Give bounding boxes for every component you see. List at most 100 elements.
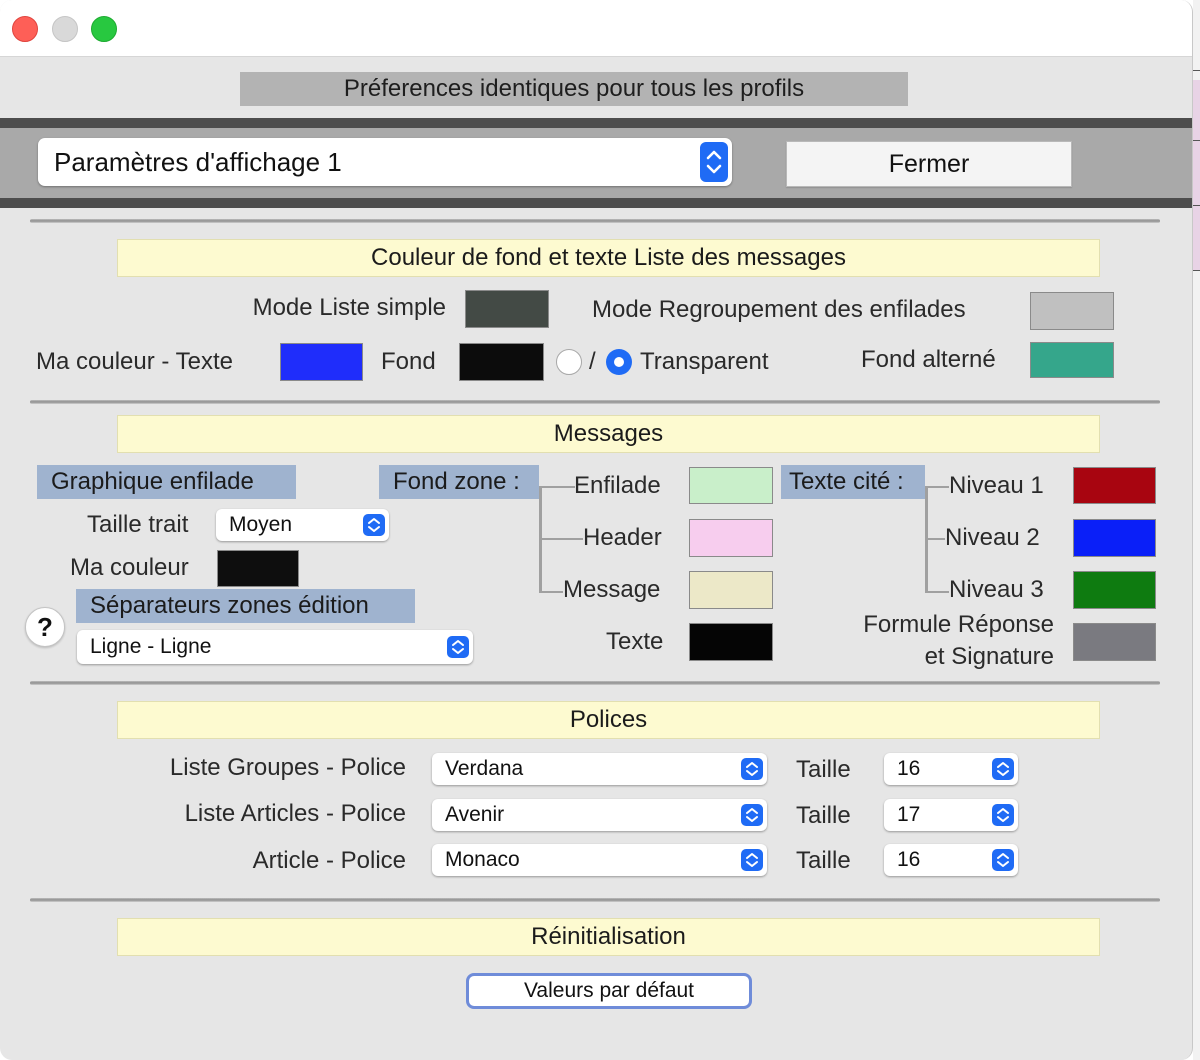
- background-window-line: [1193, 270, 1200, 271]
- section-divider: [30, 400, 1160, 404]
- article-list-size-value: 17: [897, 803, 921, 826]
- background-label: Fond: [381, 348, 436, 375]
- zone-message-swatch[interactable]: [689, 571, 773, 609]
- thread-grouping-color-swatch[interactable]: [1030, 292, 1114, 330]
- article-list-font-value: Avenir: [445, 803, 505, 826]
- quoted-text-label: Texte cité :: [781, 465, 925, 499]
- messages-section-header: Messages: [117, 415, 1100, 453]
- section-divider: [30, 219, 1160, 223]
- reply-signature-swatch[interactable]: [1073, 623, 1156, 661]
- group-list-font-popup[interactable]: Verdana: [432, 753, 767, 785]
- level1-label: Niveau 1: [949, 472, 1044, 499]
- my-color-label: Ma couleur: [70, 554, 189, 581]
- shared-preferences-banner: Préferences identiques pour tous les pro…: [240, 72, 908, 106]
- level3-label: Niveau 3: [949, 576, 1044, 603]
- my-color-swatch[interactable]: [217, 550, 299, 587]
- zone-thread-swatch[interactable]: [689, 467, 773, 504]
- zone-text-label: Texte: [606, 628, 664, 655]
- group-list-size-value: 16: [897, 757, 921, 780]
- close-window-button[interactable]: [12, 16, 38, 42]
- popup-stepper-icon: [992, 758, 1014, 780]
- popup-stepper-icon: [992, 804, 1014, 826]
- my-color-text-swatch[interactable]: [280, 343, 363, 381]
- my-color-text-label: Ma couleur - Texte: [36, 348, 233, 375]
- section-divider: [30, 681, 1160, 685]
- background-window-line: [1193, 70, 1200, 71]
- zone-bracket: [539, 591, 563, 593]
- section-divider: [30, 898, 1160, 902]
- help-button[interactable]: ?: [25, 607, 65, 647]
- background-window-line: [1193, 140, 1200, 141]
- popup-stepper-icon: [992, 849, 1014, 871]
- article-list-size-popup[interactable]: 17: [884, 799, 1018, 831]
- popup-stepper-icon: [741, 758, 763, 780]
- transparent-label: Transparent: [640, 348, 769, 375]
- zone-thread-label: Enfilade: [574, 472, 661, 499]
- alternate-background-label: Fond alterné: [861, 346, 996, 373]
- editing-separators-popup[interactable]: Ligne - Ligne: [77, 630, 473, 664]
- fonts-section-header: Polices: [117, 701, 1100, 739]
- group-list-size-popup[interactable]: 16: [884, 753, 1018, 785]
- background-color-radio[interactable]: [556, 349, 582, 375]
- level2-label: Niveau 2: [945, 524, 1040, 551]
- alternate-background-swatch[interactable]: [1030, 342, 1114, 378]
- zone-text-swatch[interactable]: [689, 623, 773, 661]
- article-list-font-label: Liste Articles - Police: [184, 800, 406, 827]
- article-font-popup[interactable]: Monaco: [432, 844, 767, 876]
- article-size-popup[interactable]: 16: [884, 844, 1018, 876]
- zoom-window-button[interactable]: [91, 16, 117, 42]
- line-size-value: Moyen: [229, 513, 293, 536]
- quoted-text-bracket: [925, 538, 945, 540]
- popup-stepper-icon: [741, 804, 763, 826]
- group-list-font-label: Liste Groupes - Police: [169, 754, 406, 781]
- zone-bracket: [539, 538, 583, 540]
- thread-grouping-mode-label: Mode Regroupement des enfilades: [592, 296, 966, 323]
- article-font-label: Article - Police: [252, 847, 406, 874]
- close-button[interactable]: Fermer: [786, 141, 1072, 187]
- zone-bracket: [539, 486, 575, 488]
- transparent-radio[interactable]: [606, 349, 632, 375]
- popup-stepper-icon: [741, 849, 763, 871]
- default-values-button[interactable]: Valeurs par défaut: [466, 973, 752, 1009]
- article-list-font-popup[interactable]: Avenir: [432, 799, 767, 831]
- article-font-value: Monaco: [445, 848, 520, 871]
- zone-background-label: Fond zone :: [379, 465, 539, 499]
- reply-signature-label-line1: Formule Réponse: [863, 611, 1054, 638]
- quoted-text-bracket: [925, 591, 949, 593]
- article-size-value: 16: [897, 848, 921, 871]
- level1-swatch[interactable]: [1073, 467, 1156, 504]
- display-settings-popup[interactable]: Paramètres d'affichage 1: [38, 138, 732, 186]
- line-size-popup[interactable]: Moyen: [216, 509, 389, 541]
- radio-slash: /: [589, 348, 596, 375]
- quoted-text-bracket: [925, 486, 949, 488]
- zone-message-label: Message: [563, 576, 661, 603]
- level3-swatch[interactable]: [1073, 571, 1156, 609]
- background-window-edge: [1193, 0, 1200, 1060]
- preferences-window: Préferences identiques pour tous les pro…: [0, 0, 1193, 1060]
- reply-signature-label-line2: et Signature: [924, 643, 1054, 670]
- minimize-window-button[interactable]: [52, 16, 78, 42]
- editing-separators-label: Séparateurs zones édition: [76, 589, 415, 623]
- reset-section-header: Réinitialisation: [117, 918, 1100, 956]
- colors-section-header: Couleur de fond et texte Liste des messa…: [117, 239, 1100, 277]
- group-list-size-label: Taille: [796, 756, 851, 783]
- thread-graphic-label: Graphique enfilade: [37, 465, 296, 499]
- article-list-size-label: Taille: [796, 802, 851, 829]
- zone-header-swatch[interactable]: [689, 519, 773, 557]
- simple-list-color-swatch[interactable]: [465, 290, 549, 328]
- background-color-swatch[interactable]: [459, 343, 544, 381]
- popup-stepper-icon: [700, 142, 728, 182]
- title-bar: [0, 0, 1192, 57]
- group-list-font-value: Verdana: [445, 757, 524, 780]
- display-settings-value: Paramètres d'affichage 1: [54, 147, 342, 177]
- popup-stepper-icon: [447, 636, 469, 658]
- background-window-line: [1193, 205, 1200, 206]
- simple-list-mode-label: Mode Liste simple: [252, 294, 446, 321]
- zone-header-label: Header: [583, 524, 662, 551]
- editing-separators-value: Ligne - Ligne: [90, 635, 212, 658]
- line-size-label: Taille trait: [87, 511, 189, 538]
- article-size-label: Taille: [796, 847, 851, 874]
- popup-stepper-icon: [363, 514, 385, 536]
- background-window-highlight: [1193, 80, 1200, 270]
- level2-swatch[interactable]: [1073, 519, 1156, 557]
